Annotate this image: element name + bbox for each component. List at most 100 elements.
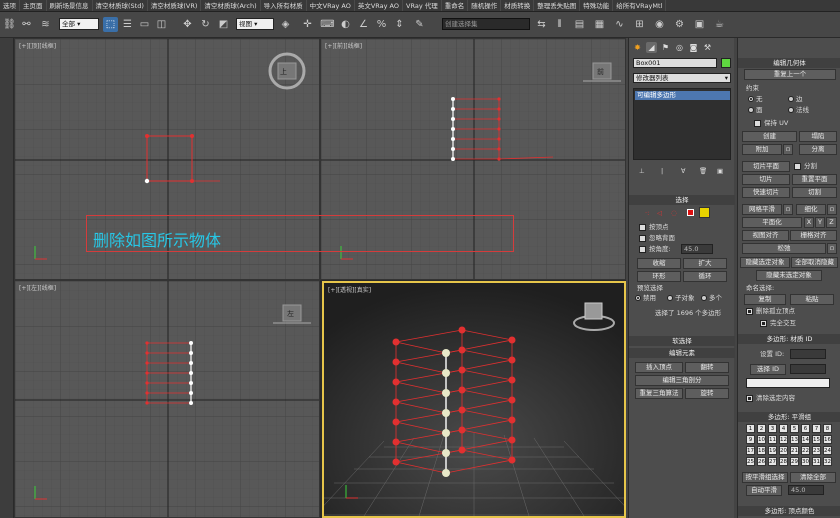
utilities-tab-icon[interactable]: ⚒ [702, 42, 713, 53]
configure-sets-icon[interactable]: ▣ [717, 166, 723, 176]
copy-button[interactable]: 复制 [744, 294, 786, 305]
constraint-edge-radio[interactable] [788, 96, 794, 102]
edit-triangulation-button[interactable]: 编辑三角剖分 [635, 375, 729, 386]
smoothing-group-9[interactable]: 9 [746, 435, 755, 444]
menu-item-3[interactable]: 清空材质球(Std) [93, 0, 148, 11]
full-interactivity-checkbox[interactable] [760, 320, 767, 327]
smoothing-group-4[interactable]: 4 [779, 424, 788, 433]
smoothing-group-17[interactable]: 17 [746, 446, 755, 455]
menu-item-12[interactable]: 材质转换 [501, 0, 535, 11]
create-tab-icon[interactable]: ✸ [632, 42, 643, 53]
preview-multi-radio[interactable] [701, 295, 707, 301]
material-ids-title[interactable]: 多边形: 材质 ID [738, 334, 840, 344]
slice-plane-button[interactable]: 切片平面 [742, 161, 790, 172]
select-id-button[interactable]: 选择 ID [750, 364, 786, 375]
relax-button[interactable]: 松弛 [742, 243, 826, 254]
graphite-icon[interactable]: ▦ [592, 17, 607, 32]
smoothing-group-11[interactable]: 11 [768, 435, 777, 444]
spinner-snap-icon[interactable]: ⇕ [392, 17, 407, 32]
quickslice-button[interactable]: 快速切片 [742, 187, 790, 198]
smoothing-group-7[interactable]: 7 [812, 424, 821, 433]
snap-toggle-icon[interactable]: ◐ [338, 17, 353, 32]
keyboard-shortcut-icon[interactable]: ⌨ [320, 17, 335, 32]
smoothing-group-16[interactable]: 16 [823, 435, 832, 444]
border-level-icon[interactable]: ◌ [671, 208, 677, 218]
smoothing-group-32[interactable]: 32 [823, 457, 832, 466]
repeat-last-button[interactable]: 重复上一个 [744, 69, 836, 80]
smoothing-groups-title[interactable]: 多边形: 平滑组 [738, 412, 840, 422]
planar-y-button[interactable]: Y [815, 217, 825, 228]
make-unique-icon[interactable]: ∀ [681, 166, 685, 176]
menu-item-0[interactable]: 选项 [0, 0, 20, 11]
collapse-button[interactable]: 塌陷 [799, 131, 837, 142]
meshsmooth-button[interactable]: 网格平滑 [742, 204, 782, 215]
by-vertex-checkbox[interactable] [639, 224, 646, 231]
relax-settings-icon[interactable]: ▫ [827, 243, 837, 254]
render-setup-icon[interactable]: ⚙ [672, 17, 687, 32]
material-name-dropdown[interactable] [746, 378, 830, 388]
smoothing-group-12[interactable]: 12 [779, 435, 788, 444]
constraint-none-radio[interactable] [748, 96, 754, 102]
reset-plane-button[interactable]: 重置平面 [792, 174, 837, 185]
clear-selection-checkbox[interactable] [746, 395, 753, 402]
edit-named-sel-icon[interactable]: ✎ [412, 17, 427, 32]
soft-selection-rollout-title[interactable]: 软选择 [629, 336, 735, 346]
shrink-button[interactable]: 收缩 [637, 258, 681, 269]
menu-item-9[interactable]: VRay 代理 [403, 0, 442, 11]
menu-item-8[interactable]: 英文VRay AO [355, 0, 404, 11]
hide-selected-button[interactable]: 隐藏选定对象 [740, 257, 790, 268]
preview-off-radio[interactable] [635, 295, 641, 301]
retriangulate-button[interactable]: 重复三角算法 [635, 388, 683, 399]
smoothing-group-30[interactable]: 30 [801, 457, 810, 466]
edge-level-icon[interactable]: ◁ [657, 208, 662, 218]
smoothing-group-10[interactable]: 10 [757, 435, 766, 444]
viewport-left[interactable]: [+][左][线框] 左 [14, 280, 320, 518]
pivot-center-icon[interactable]: ◈ [278, 17, 293, 32]
ignore-backfacing-checkbox[interactable] [639, 235, 646, 242]
preserve-uv-checkbox[interactable] [754, 120, 761, 127]
detach-button[interactable]: 分离 [799, 144, 837, 155]
edit-geometry-title[interactable]: 编辑几何体 [738, 58, 840, 68]
paste-button[interactable]: 粘贴 [790, 294, 834, 305]
smoothing-group-5[interactable]: 5 [790, 424, 799, 433]
viewport-front-label[interactable]: [+][前][线框] [325, 41, 362, 50]
smoothing-group-26[interactable]: 26 [757, 457, 766, 466]
smoothing-group-3[interactable]: 3 [768, 424, 777, 433]
auto-smooth-spinner[interactable]: 45.0 [788, 485, 824, 495]
curve-editor-icon[interactable]: ∿ [612, 17, 627, 32]
angle-spinner[interactable]: 45.0 [681, 244, 713, 254]
align-icon[interactable]: ⫴ [552, 17, 567, 32]
smoothing-group-14[interactable]: 14 [801, 435, 810, 444]
planar-x-button[interactable]: X [804, 217, 814, 228]
smoothing-group-27[interactable]: 27 [768, 457, 777, 466]
material-editor-icon[interactable]: ◉ [652, 17, 667, 32]
hierarchy-tab-icon[interactable]: ⚑ [660, 42, 671, 53]
schematic-view-icon[interactable]: ⊞ [632, 17, 647, 32]
selection-filter-dropdown[interactable]: 全部 ▾ [59, 18, 99, 30]
smoothing-group-1[interactable]: 1 [746, 424, 755, 433]
smoothing-group-31[interactable]: 31 [812, 457, 821, 466]
polygon-level-icon[interactable] [687, 209, 694, 216]
element-level-icon[interactable] [699, 207, 710, 218]
attach-settings-icon[interactable]: ▫ [783, 144, 793, 155]
planar-z-button[interactable]: Z [826, 217, 837, 228]
named-selection-field[interactable]: 创建选择集 [442, 18, 530, 30]
ref-coord-dropdown[interactable]: 视图 ▾ [236, 18, 274, 30]
loop-button[interactable]: 循环 [683, 271, 727, 282]
scale-icon[interactable]: ◩ [216, 17, 231, 32]
menu-item-5[interactable]: 清空材质球(Arch) [201, 0, 261, 11]
modify-tab-icon[interactable]: ◢ [646, 42, 657, 53]
percent-snap-icon[interactable]: % [374, 17, 389, 32]
unlink-icon[interactable]: ⚯ [19, 17, 34, 32]
menu-item-4[interactable]: 清空材质球(VR) [148, 0, 202, 11]
object-color-swatch[interactable] [721, 58, 731, 68]
menu-item-13[interactable]: 整理丢失贴图 [534, 0, 581, 11]
meshsmooth-settings-icon[interactable]: ▫ [783, 204, 793, 215]
smoothing-group-20[interactable]: 20 [779, 446, 788, 455]
menu-item-11[interactable]: 随机操作 [468, 0, 502, 11]
select-object-icon[interactable]: ⬚ [103, 17, 118, 32]
turn-button[interactable]: 旋转 [685, 388, 729, 399]
remove-modifier-icon[interactable]: 🗑 [699, 166, 707, 176]
grid-align-button[interactable]: 栅格对齐 [790, 230, 837, 241]
move-icon[interactable]: ✥ [180, 17, 195, 32]
